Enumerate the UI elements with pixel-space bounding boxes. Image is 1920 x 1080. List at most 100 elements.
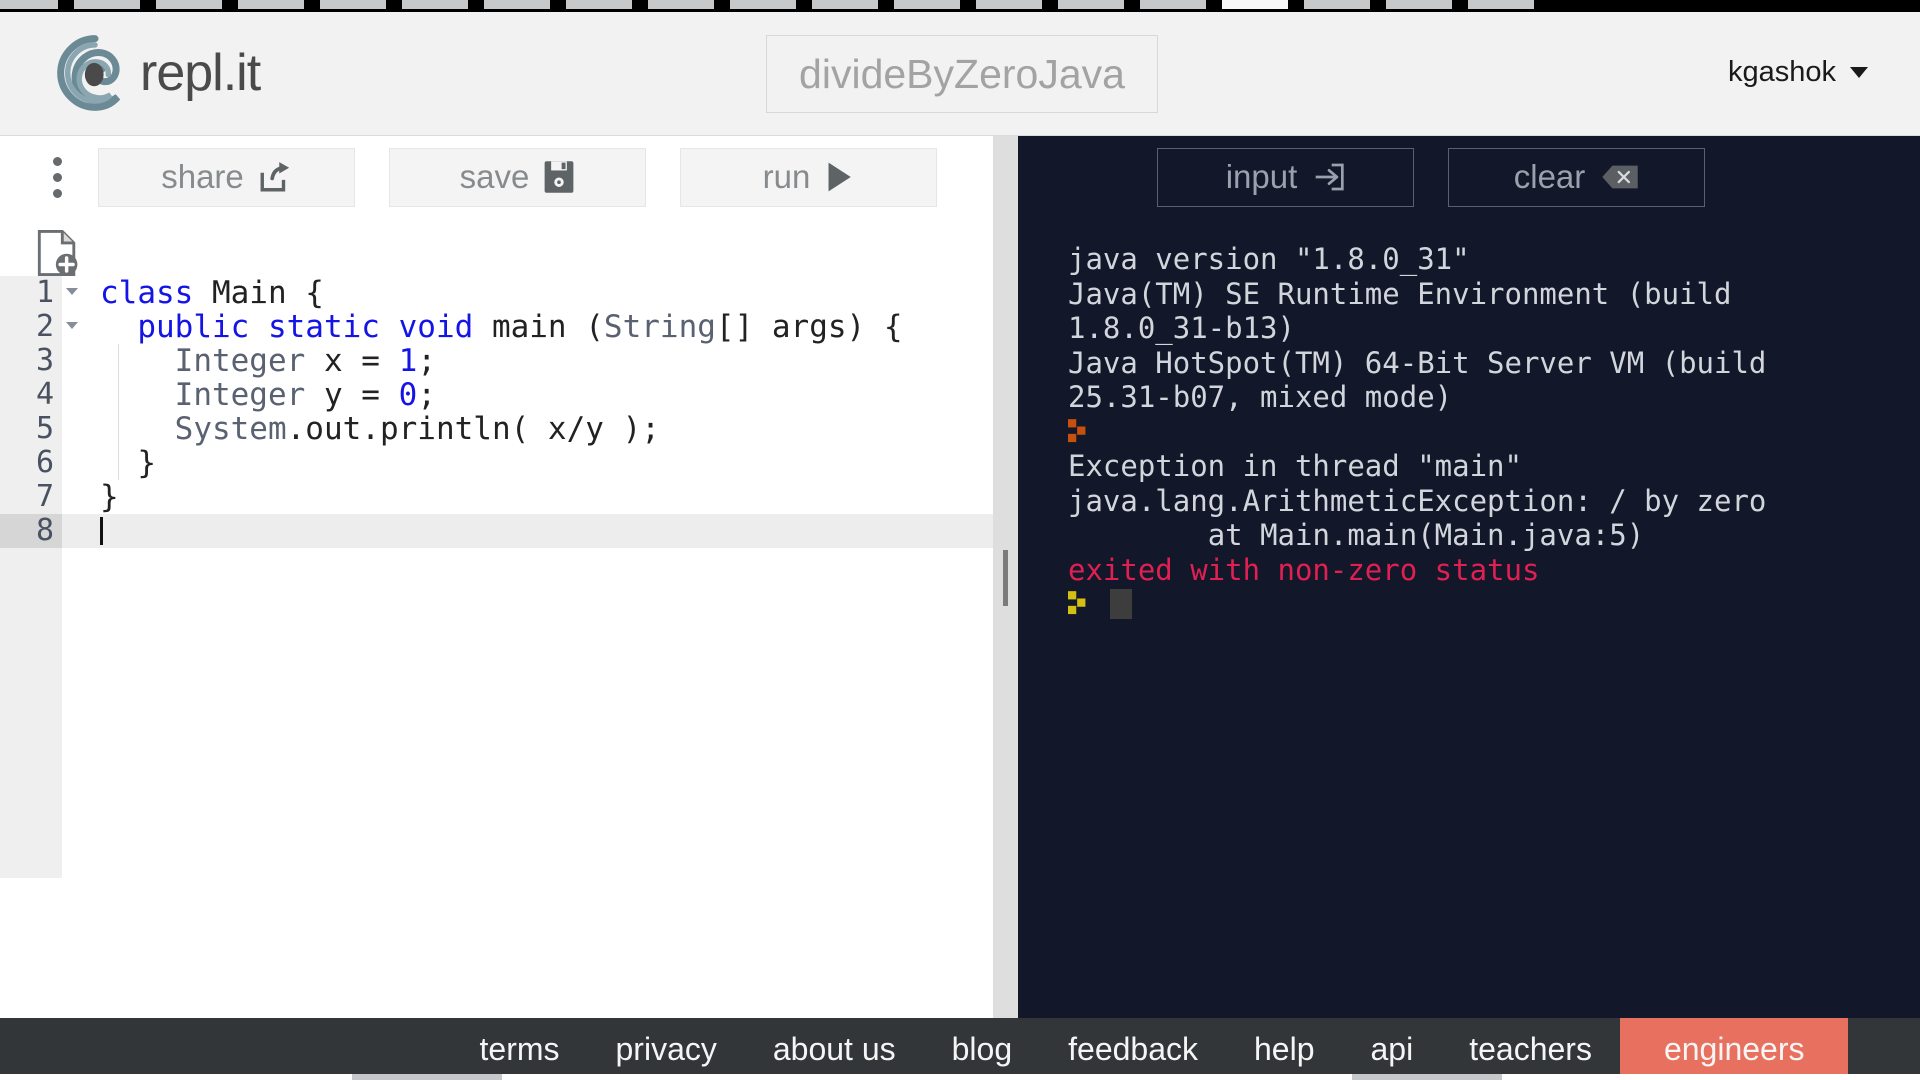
footer-link-about-us[interactable]: about us bbox=[745, 1018, 924, 1080]
browser-tab-stub[interactable] bbox=[1222, 0, 1288, 9]
site-footer: terms privacy about us blog feedback help api t… bbox=[0, 1018, 1920, 1080]
code-token: String bbox=[603, 309, 716, 345]
text-cursor bbox=[100, 517, 103, 545]
project-title-input[interactable]: divideByZeroJava bbox=[766, 35, 1158, 113]
browser-tab-stub[interactable] bbox=[894, 0, 960, 9]
code-token: main ( bbox=[491, 309, 604, 345]
browser-tab-stub[interactable] bbox=[976, 0, 1042, 9]
share-button-label: share bbox=[161, 158, 244, 195]
console-prompt-row bbox=[1068, 587, 1908, 622]
run-button[interactable]: run bbox=[680, 147, 937, 207]
code-line[interactable]: 1 class Main { bbox=[0, 276, 993, 310]
share-button[interactable]: share bbox=[98, 147, 355, 207]
brand-logo[interactable]: repl.it bbox=[56, 34, 261, 112]
code-line-source bbox=[62, 514, 993, 548]
code-line-source: public static void main (String[] args) … bbox=[62, 310, 993, 344]
code-editor[interactable]: 1 class Main {2 public static void main (… bbox=[0, 276, 993, 1018]
code-token: Integer bbox=[174, 343, 306, 379]
console-toolbar: input clear bbox=[1018, 136, 1920, 218]
console-error-line: exited with non-zero status bbox=[1068, 552, 1540, 587]
kebab-dot bbox=[52, 156, 62, 166]
console-pane: input clear java version "1.8.0_31" Java(… bbox=[1018, 136, 1920, 1018]
footer-link-api[interactable]: api bbox=[1343, 1018, 1442, 1080]
clear-button[interactable]: clear bbox=[1448, 147, 1705, 207]
floppy-disk-icon bbox=[544, 161, 574, 193]
console-cursor-block bbox=[1110, 589, 1132, 620]
browser-tab-stub[interactable] bbox=[1386, 0, 1452, 9]
browser-tab-stub[interactable] bbox=[320, 0, 386, 9]
browser-tab-stub[interactable] bbox=[1058, 0, 1124, 9]
browser-tab-stub[interactable] bbox=[1468, 0, 1534, 9]
footer-link-feedback[interactable]: feedback bbox=[1040, 1018, 1226, 1080]
sign-in-arrow-icon bbox=[1315, 163, 1344, 191]
code-line[interactable]: 7} bbox=[0, 480, 993, 514]
code-line-source: } bbox=[62, 446, 993, 480]
code-line-source: } bbox=[62, 480, 993, 514]
editor-scrollbar-track[interactable] bbox=[993, 136, 1018, 1018]
browser-tab-stub[interactable] bbox=[74, 0, 140, 9]
line-number: 2 bbox=[0, 310, 78, 344]
console-output-line: java version "1.8.0_31" bbox=[1068, 242, 1470, 276]
prompt-chevron-icon bbox=[1068, 591, 1086, 615]
browser-tab-stub[interactable] bbox=[1140, 0, 1206, 9]
save-button[interactable]: save bbox=[389, 147, 646, 207]
code-token: Main { bbox=[211, 275, 324, 311]
browser-tab-strip bbox=[0, 0, 1920, 12]
user-menu[interactable]: kgashok bbox=[1728, 56, 1868, 89]
browser-tab-stub[interactable] bbox=[238, 0, 304, 9]
line-number: 6 bbox=[0, 446, 62, 480]
code-token: System bbox=[174, 411, 287, 447]
replit-swirl-logo-icon bbox=[57, 35, 121, 111]
share-external-icon bbox=[260, 162, 289, 192]
new-file-icon[interactable] bbox=[36, 230, 80, 276]
browser-tab-stub[interactable] bbox=[402, 0, 468, 9]
browser-tab-stub[interactable] bbox=[812, 0, 878, 9]
input-button[interactable]: input bbox=[1157, 147, 1414, 207]
editor-scrollbar-thumb[interactable] bbox=[1003, 550, 1008, 606]
browser-tab-stub[interactable] bbox=[1304, 0, 1370, 9]
code-token: Integer bbox=[174, 377, 306, 413]
code-line[interactable]: 3 Integer x = 1; bbox=[0, 344, 993, 378]
browser-tab-stub[interactable] bbox=[484, 0, 550, 9]
code-token: y = bbox=[305, 377, 399, 413]
clear-button-label: clear bbox=[1513, 158, 1586, 195]
console-output-line: 1.8.0_31-b13) bbox=[1068, 311, 1295, 345]
footer-link-help[interactable]: help bbox=[1226, 1018, 1343, 1080]
code-line[interactable]: 8 bbox=[0, 514, 993, 548]
footer-link-teachers[interactable]: teachers bbox=[1441, 1018, 1620, 1080]
browser-tab-stub[interactable] bbox=[156, 0, 222, 9]
code-token: ; bbox=[417, 377, 436, 413]
line-number: 8 bbox=[0, 514, 62, 548]
browser-tab-stub[interactable] bbox=[566, 0, 632, 9]
code-token: } bbox=[100, 479, 119, 515]
editor-toolbar: share save run bbox=[0, 136, 993, 218]
page-bottom-bar bbox=[1352, 1074, 1502, 1080]
kebab-menu-icon[interactable] bbox=[28, 156, 86, 198]
indent-guide bbox=[118, 446, 119, 480]
footer-link-terms[interactable]: terms bbox=[452, 1018, 588, 1080]
browser-tab-stub[interactable] bbox=[0, 0, 58, 9]
line-number: 1 bbox=[0, 276, 78, 310]
footer-link-privacy[interactable]: privacy bbox=[588, 1018, 745, 1080]
code-line-source: System .out.println( x/y ); bbox=[62, 412, 993, 446]
line-number: 4 bbox=[0, 378, 62, 412]
browser-tab-stub[interactable] bbox=[730, 0, 796, 9]
footer-link-engineers[interactable]: engineers bbox=[1619, 1018, 1849, 1080]
browser-tab-stub[interactable] bbox=[648, 0, 714, 9]
code-line[interactable]: 6 } bbox=[0, 446, 993, 480]
code-token: ; bbox=[417, 343, 436, 379]
code-token: [] args) { bbox=[715, 309, 903, 345]
brand-logo-text: repl.it bbox=[140, 44, 261, 102]
console-output-line: Java HotSpot(TM) 64-Bit Server VM (build bbox=[1068, 345, 1767, 380]
kebab-dot bbox=[52, 172, 62, 182]
code-line[interactable]: 5 System .out.println( x/y ); bbox=[0, 412, 993, 446]
footer-link-blog[interactable]: blog bbox=[924, 1018, 1041, 1080]
page-bottom-bar bbox=[352, 1074, 502, 1080]
code-token: 1 bbox=[398, 343, 418, 379]
console-output: java version "1.8.0_31" Java(TM) SE Runti… bbox=[1068, 242, 1908, 622]
code-line[interactable]: 4 Integer y = 0; bbox=[0, 378, 993, 412]
code-line[interactable]: 2 public static void main (String[] args… bbox=[0, 310, 993, 344]
code-line-source: Integer y = 0; bbox=[62, 378, 993, 412]
